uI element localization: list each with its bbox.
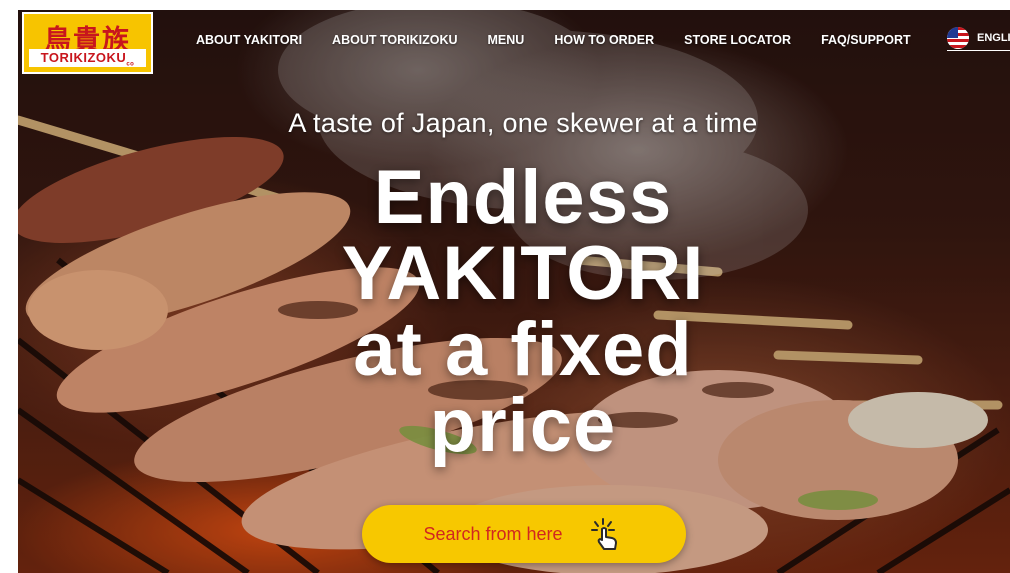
nav-store-locator[interactable]: STORE LOCATOR bbox=[684, 31, 791, 49]
nav-faq-support[interactable]: FAQ/SUPPORT bbox=[821, 31, 911, 49]
torikizoku-logo[interactable]: 鳥貴族 TORIKIZOKUco bbox=[22, 12, 153, 74]
nav-how-to-order[interactable]: HOW TO ORDER bbox=[554, 31, 654, 49]
main-nav: ABOUT YAKITORI ABOUT TORIKIZOKU MENU HOW… bbox=[196, 31, 911, 49]
headline-line-1: Endless bbox=[373, 155, 673, 240]
hero-tagline: A taste of Japan, one skewer at a time bbox=[288, 108, 758, 138]
hero-headline: Endless YAKITORI at a fixed price bbox=[0, 160, 1010, 464]
nav-menu[interactable]: MENU bbox=[488, 31, 525, 49]
headline-line-4: price bbox=[429, 383, 617, 468]
cta-label: Search from here bbox=[423, 523, 563, 544]
logo-wordmark: TORIKIZOKUco bbox=[29, 49, 146, 68]
headline-line-2: YAKITORI bbox=[341, 231, 705, 316]
search-from-here-button[interactable]: Search from here bbox=[362, 505, 686, 563]
language-label: ENGLIS bbox=[977, 31, 1010, 44]
language-selector[interactable]: ENGLIS bbox=[947, 27, 1010, 51]
nav-about-torikizoku[interactable]: ABOUT TORIKIZOKU bbox=[332, 31, 457, 49]
tap-hand-icon bbox=[590, 518, 617, 550]
us-flag-icon bbox=[947, 27, 969, 49]
logo-text: TORIKIZOKU bbox=[40, 50, 127, 65]
headline-line-3: at a fixed bbox=[353, 307, 693, 392]
nav-about-yakitori[interactable]: ABOUT YAKITORI bbox=[196, 31, 302, 49]
logo-suffix: co bbox=[126, 61, 135, 68]
